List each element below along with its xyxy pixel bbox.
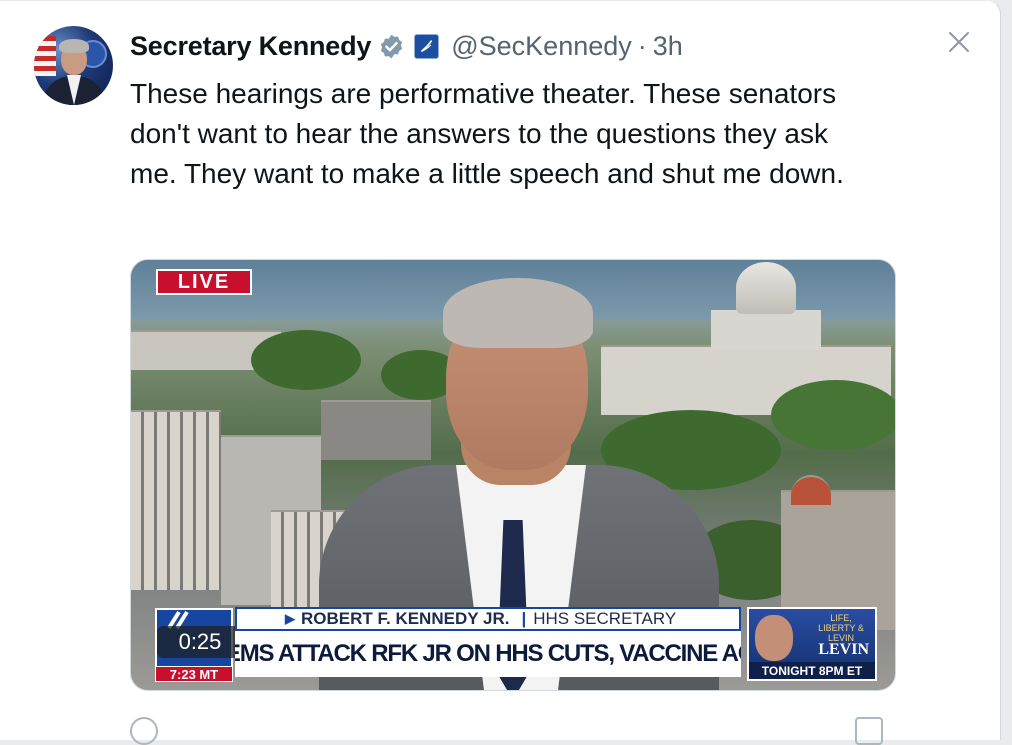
chyron-nameplate: ▶ ROBERT F. KENNEDY JR. | HHS SECRETARY	[235, 607, 741, 631]
author-avatar[interactable]	[34, 26, 113, 105]
tweet-text: These hearings are performative theater.…	[130, 78, 844, 189]
video-building	[791, 475, 831, 505]
chyron-title: HHS SECRETARY	[533, 609, 677, 628]
video-building	[131, 410, 221, 590]
avatar-hair	[59, 39, 89, 53]
capitol-dome	[736, 262, 796, 314]
anchor-person-hair	[443, 278, 593, 348]
live-badge: LIVE	[156, 269, 252, 295]
promo-host-name: LEVIN	[818, 641, 869, 658]
promo-airtime: TONIGHT 8PM ET	[749, 662, 875, 679]
chyron-divider: |	[521, 609, 527, 628]
video-duration: 0:25	[157, 626, 243, 658]
verified-badge-icon[interactable]	[378, 33, 405, 60]
post-time[interactable]: 3h	[653, 31, 683, 62]
hhs-affiliation-icon[interactable]	[414, 33, 440, 59]
video-tree	[771, 380, 895, 450]
header-separator: ·	[637, 30, 647, 61]
reply-icon[interactable]	[130, 717, 158, 745]
flag-graphic	[34, 36, 56, 76]
chyron-headline: SEN DEMS ATTACK RFK JR ON HHS CUTS, VACC…	[235, 631, 741, 677]
show-promo: LIFE, LIBERTY & LEVIN LEVIN TONIGHT 8PM …	[747, 607, 877, 681]
video-tree	[251, 330, 361, 390]
video-building	[321, 400, 431, 460]
tweet-header: Secretary Kennedy @SecKennedy · 3h	[130, 29, 683, 63]
author-name[interactable]: Secretary Kennedy	[130, 31, 371, 62]
share-icon[interactable]	[855, 717, 883, 745]
close-icon[interactable]	[944, 27, 974, 57]
author-handle[interactable]: @SecKennedy	[451, 31, 632, 62]
tweet-card: Secretary Kennedy @SecKennedy · 3h These…	[0, 0, 1001, 745]
promo-host-photo	[755, 615, 793, 661]
tweet-actions-bar	[130, 713, 890, 745]
video-player[interactable]: LIVE 7:23 MT 0:25 ▶ ROBERT F. KENNEDY JR…	[130, 259, 896, 691]
promo-show-title: LIFE, LIBERTY & LEVIN	[818, 613, 864, 643]
chyron-name: ROBERT F. KENNEDY JR.	[301, 609, 510, 628]
broadcast-clock: 7:23 MT	[155, 666, 233, 682]
capitol-base	[711, 310, 821, 350]
chevron-right-icon: ▶	[285, 611, 295, 626]
